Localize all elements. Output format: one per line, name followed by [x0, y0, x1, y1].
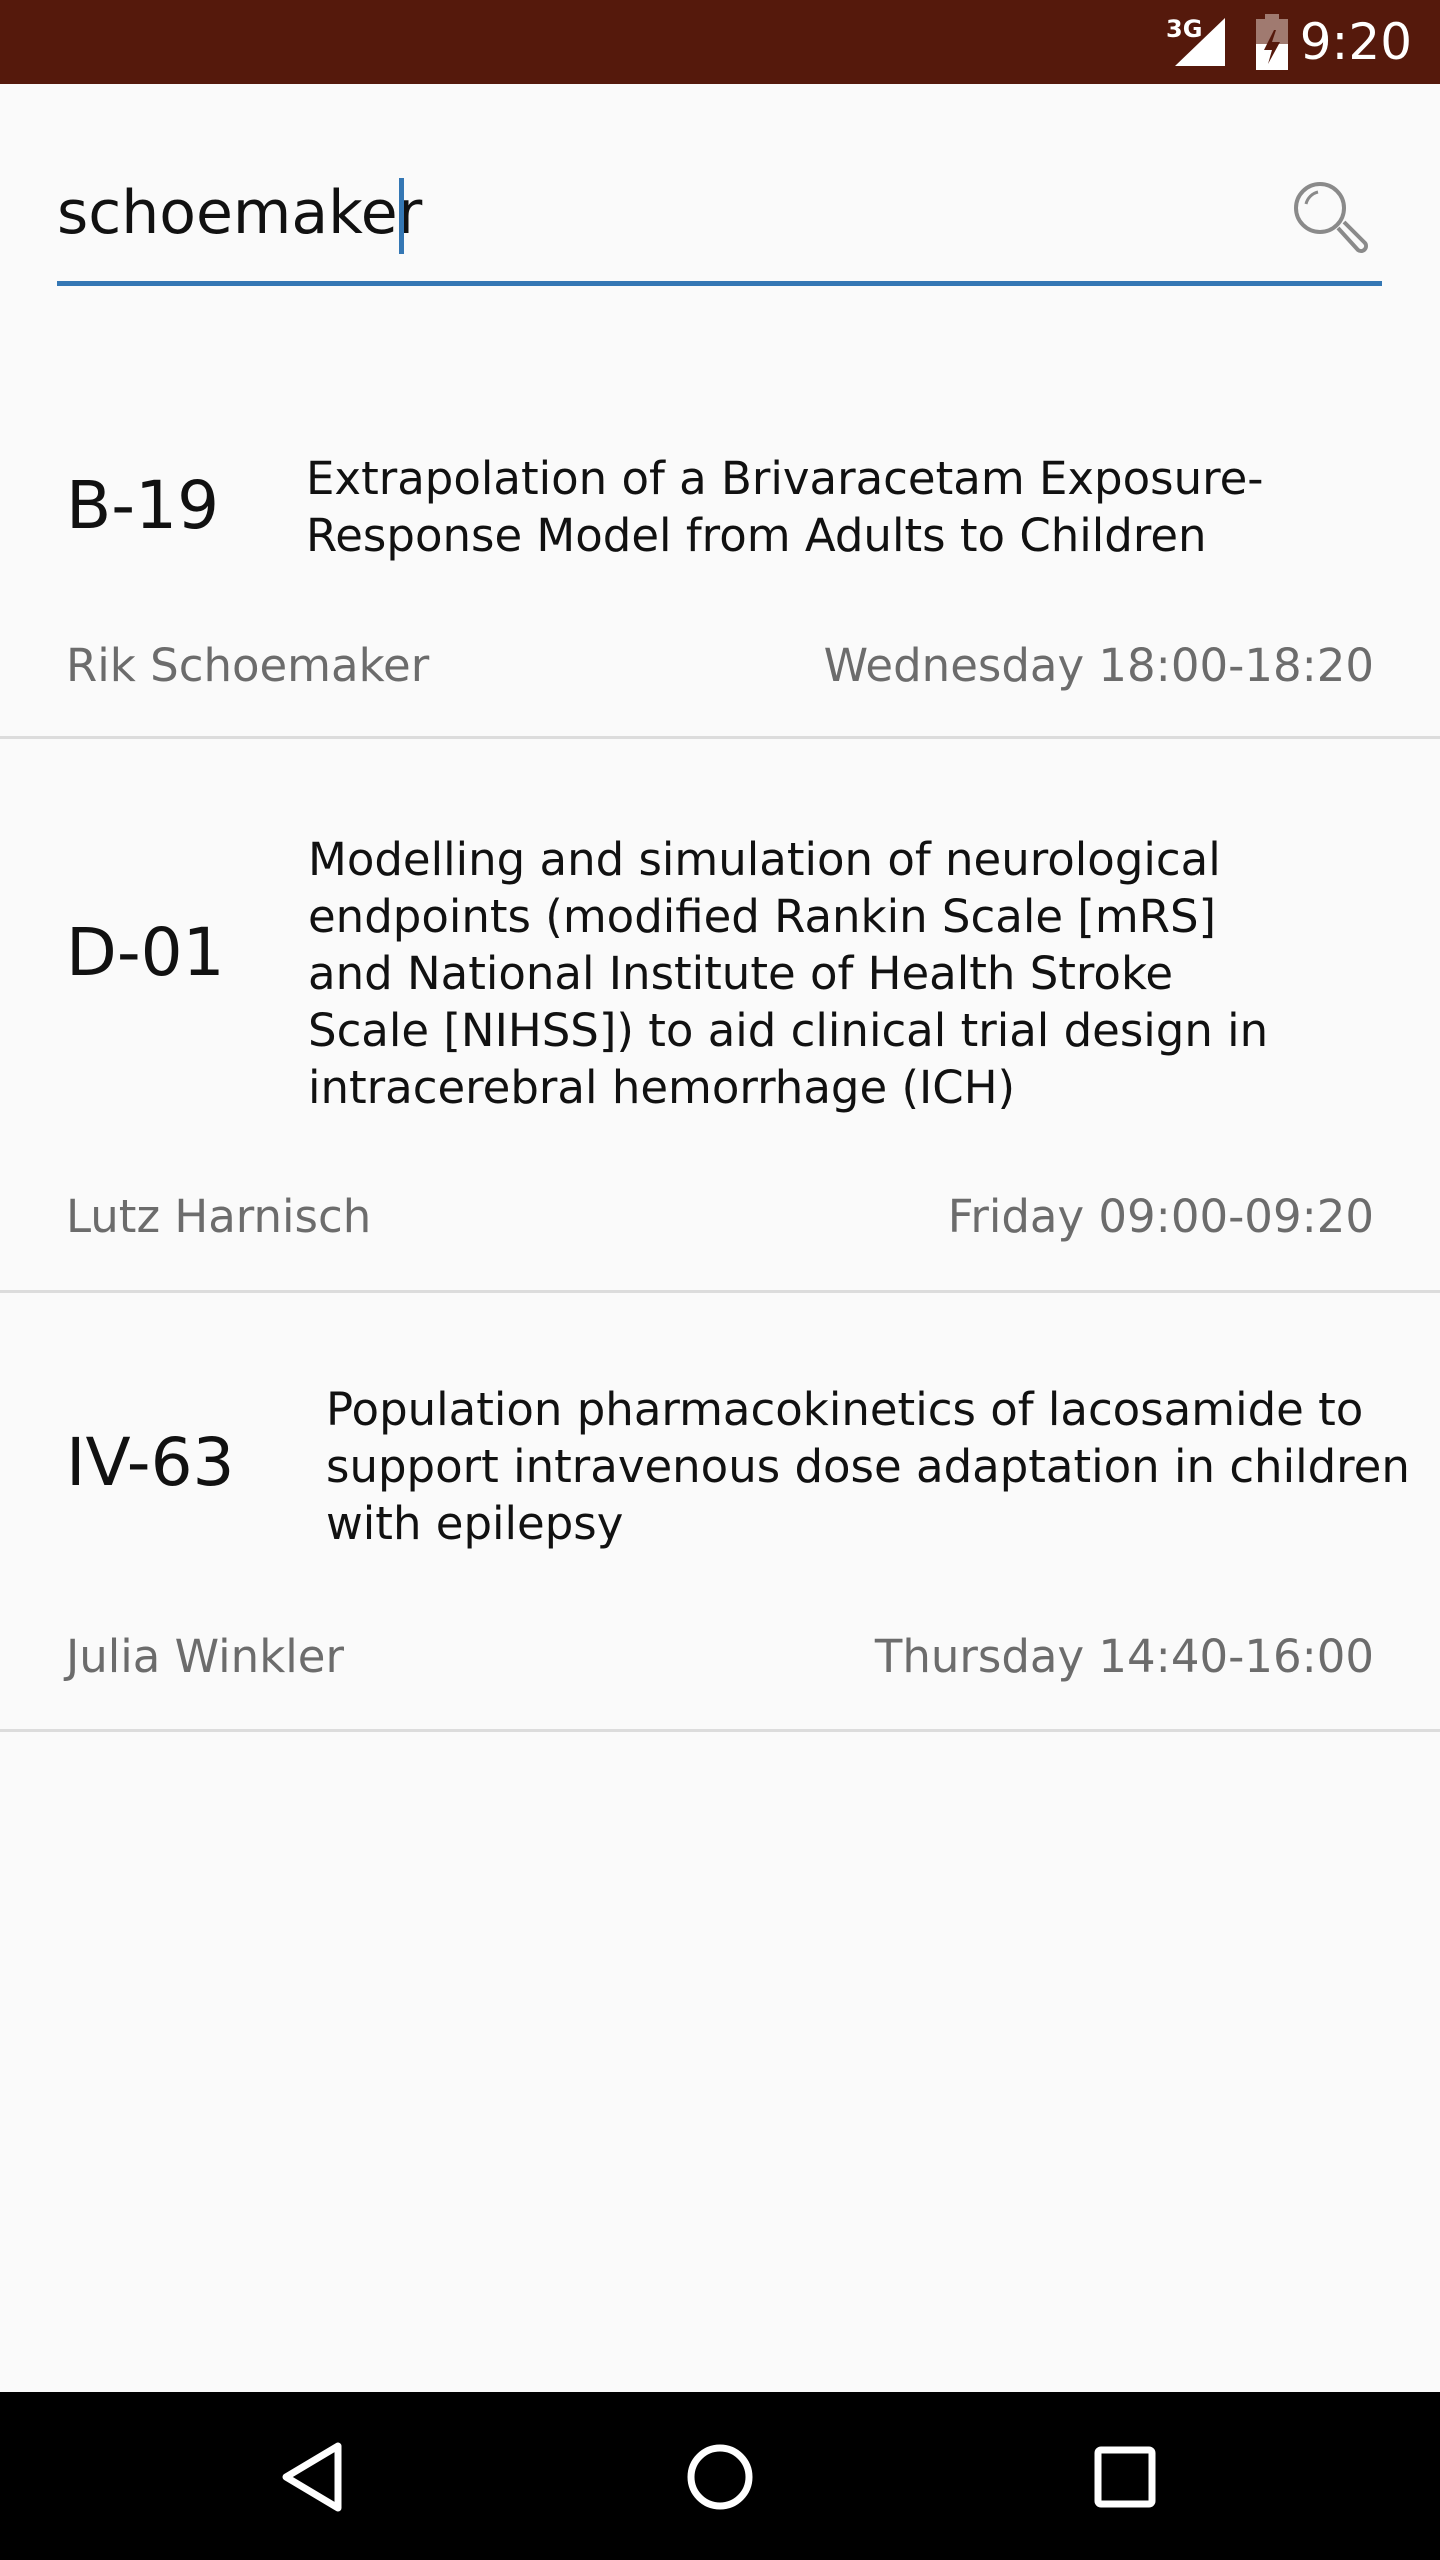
search-bar [57, 158, 1382, 288]
recents-icon[interactable] [1080, 2432, 1170, 2522]
battery-icon [1256, 14, 1288, 70]
result-title: Modelling and simulation of neurological… [308, 831, 1268, 1116]
result-time: Friday 09:00-09:20 [947, 1190, 1374, 1243]
result-item[interactable]: D-01 Modelling and simulation of neurolo… [0, 739, 1440, 1293]
search-icon[interactable] [1288, 176, 1372, 260]
title-line: with epilepsy [326, 1497, 624, 1550]
result-code: B-19 [66, 467, 220, 544]
title-line: Extrapolation of a Brivaracetam Exposure… [306, 452, 1264, 505]
result-author: Julia Winkler [66, 1630, 344, 1683]
title-line: Response Model from Adults to Children [306, 509, 1207, 562]
result-item[interactable]: IV-63 Population pharmacokinetics of lac… [0, 1293, 1440, 1732]
signal-icon [1175, 18, 1225, 66]
result-author: Rik Schoemaker [66, 639, 430, 692]
result-title: Population pharmacokinetics of lacosamid… [326, 1381, 1410, 1552]
navigation-bar [0, 2392, 1440, 2560]
result-title: Extrapolation of a Brivaracetam Exposure… [306, 450, 1264, 564]
search-input[interactable] [57, 158, 1237, 268]
clock: 9:20 [1299, 13, 1412, 71]
result-time: Thursday 14:40-16:00 [874, 1630, 1374, 1683]
result-item[interactable]: B-19 Extrapolation of a Brivaracetam Exp… [0, 380, 1440, 739]
result-author: Lutz Harnisch [66, 1190, 372, 1243]
text-cursor [399, 178, 404, 254]
title-line: intracerebral hemorrhage (ICH) [308, 1061, 1016, 1114]
result-code: IV-63 [66, 1424, 235, 1501]
title-line: Scale [NIHSS]) to aid clinical trial des… [308, 1004, 1269, 1057]
result-code: D-01 [66, 914, 225, 991]
title-line: support intravenous dose adaptation in c… [326, 1440, 1410, 1493]
result-time: Wednesday 18:00-18:20 [823, 639, 1374, 692]
title-line: Population pharmacokinetics of lacosamid… [326, 1383, 1364, 1436]
home-icon[interactable] [675, 2432, 765, 2522]
title-line: Modelling and simulation of neurological [308, 833, 1221, 886]
back-icon[interactable] [270, 2432, 360, 2522]
search-underline [57, 281, 1382, 286]
results-list: B-19 Extrapolation of a Brivaracetam Exp… [0, 380, 1440, 1732]
title-line: and National Institute of Health Stroke [308, 947, 1174, 1000]
status-bar: 3G 9:20 [0, 0, 1440, 84]
title-line: endpoints (modified Rankin Scale [mRS] [308, 890, 1217, 943]
